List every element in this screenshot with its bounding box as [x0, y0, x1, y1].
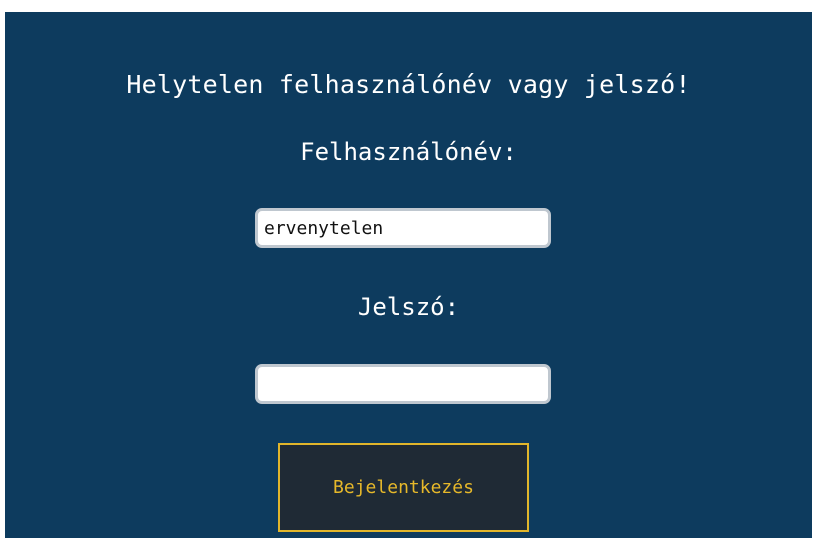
login-button[interactable]: Bejelentkezés	[278, 443, 529, 532]
error-message: Helytelen felhasználónév vagy jelszó!	[126, 70, 691, 99]
username-input[interactable]	[255, 208, 551, 248]
password-input[interactable]	[255, 364, 551, 404]
password-label: Jelszó:	[357, 293, 460, 321]
login-panel: Helytelen felhasználónév vagy jelszó! Fe…	[5, 12, 812, 538]
username-label: Felhasználónév:	[300, 138, 517, 166]
